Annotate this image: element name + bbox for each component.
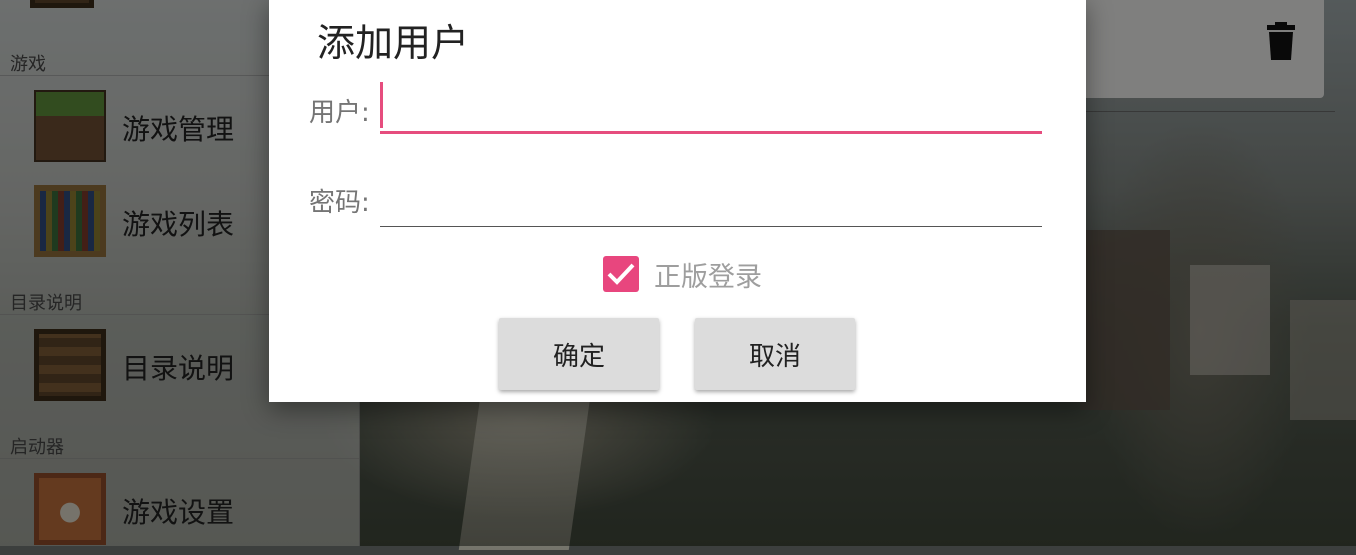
add-user-dialog: 添加用户 用户: 密码: 正版登录 确定 取消	[269, 0, 1086, 402]
user-input[interactable]	[380, 85, 1042, 134]
premium-login-label: 正版登录	[654, 262, 762, 293]
cancel-button[interactable]: 取消	[695, 318, 855, 390]
password-input[interactable]	[380, 180, 1042, 227]
premium-login-checkbox[interactable]	[603, 256, 639, 292]
user-label: 用户:	[309, 98, 370, 128]
password-label: 密码:	[309, 188, 370, 218]
checkmark-icon	[607, 263, 635, 285]
text-cursor	[380, 82, 383, 128]
dialog-title: 添加用户	[317, 21, 470, 65]
ok-button[interactable]: 确定	[499, 318, 659, 390]
